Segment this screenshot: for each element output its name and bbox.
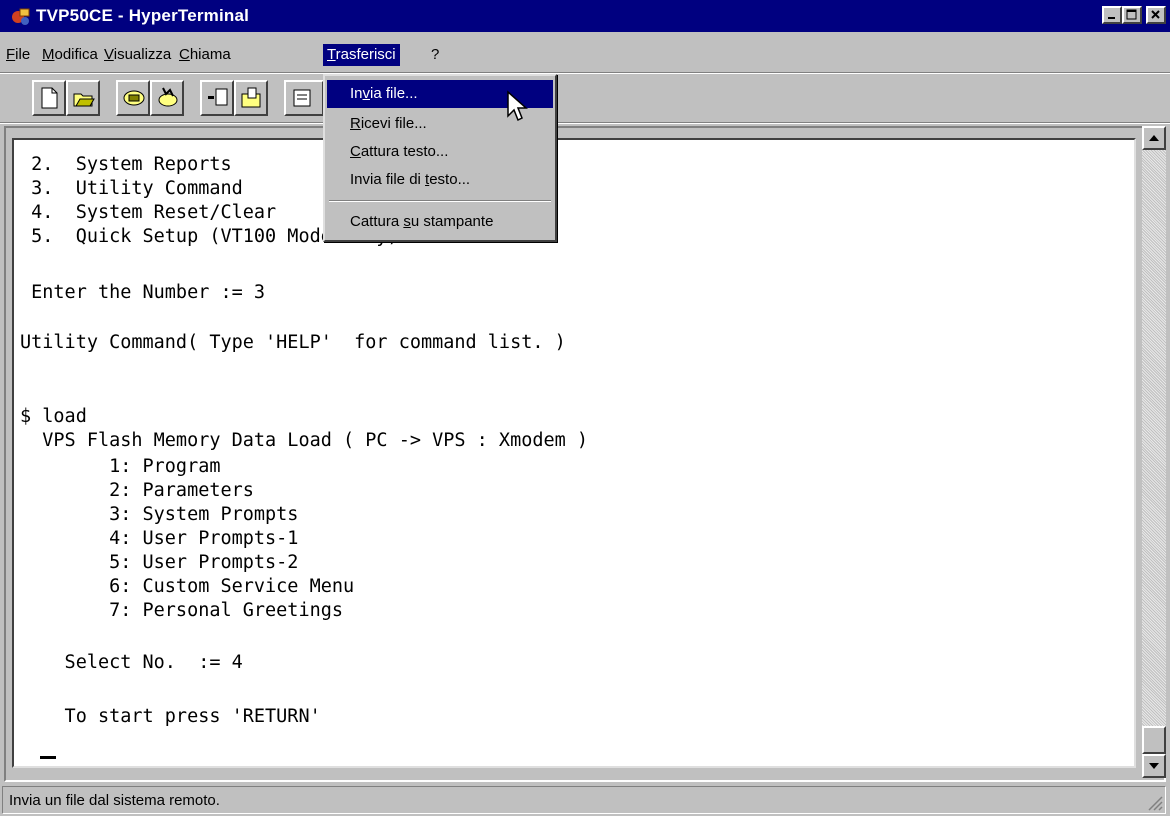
terminal-line: Enter the Number := 3 [20, 282, 266, 303]
menu-chiama[interactable]: Chiama [175, 44, 235, 66]
terminal-line: To start press 'RETURN' [20, 706, 321, 727]
terminal-line: 3: System Prompts [20, 504, 299, 525]
terminal-line: 6: Custom Service Menu [20, 576, 355, 597]
menu-separator-light [329, 201, 551, 202]
scroll-up-button[interactable] [1142, 126, 1166, 150]
toolbar-bottom-divider-light [0, 123, 1170, 124]
terminal-line: Select No. := 4 [20, 652, 243, 673]
disconnect-button[interactable] [150, 80, 184, 116]
terminal-line: 5: User Prompts-2 [20, 552, 299, 573]
menu-modifica[interactable]: Modifica [38, 44, 102, 66]
toolbar-divider-light [0, 73, 1170, 74]
new-icon [41, 87, 58, 109]
scroll-thumb[interactable] [1142, 726, 1166, 754]
send-button[interactable] [200, 80, 234, 116]
scroll-down-button[interactable] [1142, 754, 1166, 778]
hyperterminal-window: TVP50CE - HyperTerminal File Modifica Vi… [0, 0, 1170, 816]
window-title: TVP50CE - HyperTerminal [36, 6, 250, 25]
menu-visualizza[interactable]: Visualizza [100, 44, 175, 66]
menu-help[interactable]: ? [427, 44, 443, 66]
terminal-line: 2. System Reports [20, 154, 232, 175]
resize-grip-icon[interactable] [1145, 793, 1163, 811]
terminal-line: 4: User Prompts-1 [20, 528, 299, 549]
scroll-down-arrow-icon [1149, 763, 1159, 769]
connect-button[interactable] [116, 80, 150, 116]
close-icon [1151, 10, 1160, 19]
properties-icon [293, 89, 311, 107]
terminal-line: Utility Command( Type 'HELP' for command… [20, 332, 566, 353]
phone-disconnect-icon [158, 87, 178, 107]
maximize-icon [1126, 9, 1137, 20]
terminal-line: 2: Parameters [20, 480, 254, 501]
scroll-up-arrow-icon [1149, 135, 1159, 141]
status-text: Invia un file dal sistema remoto. [9, 792, 220, 809]
send-icon [208, 88, 228, 106]
menu-file[interactable]: File [2, 44, 34, 66]
terminal-line: 1: Program [20, 456, 221, 477]
menu-item-cattura-stampante[interactable]: Cattura su stampante [327, 208, 553, 236]
receive-icon [241, 87, 261, 108]
close-button[interactable] [1146, 6, 1166, 24]
menu-item-invia-file-testo[interactable]: Invia file di testo... [327, 166, 553, 194]
open-button[interactable] [66, 80, 100, 116]
title-bar[interactable]: TVP50CE - HyperTerminal [0, 0, 1170, 32]
status-bar: Invia un file dal sistema remoto. [2, 786, 1166, 814]
phone-connect-icon [123, 90, 145, 106]
menu-trasferisci[interactable]: Trasferisci [323, 44, 400, 66]
vertical-scrollbar[interactable] [1142, 126, 1166, 778]
menu-item-cattura-testo[interactable]: Cattura testo... [327, 138, 553, 166]
new-connection-button[interactable] [32, 80, 66, 116]
terminal-line: $ load [20, 406, 87, 427]
terminal-line: 3. Utility Command [20, 178, 243, 199]
terminal-line: VPS Flash Memory Data Load ( PC -> VPS :… [20, 430, 589, 451]
receive-button[interactable] [234, 80, 268, 116]
properties-button[interactable] [284, 80, 324, 116]
terminal-line: 7: Personal Greetings [20, 600, 344, 621]
hyperterminal-app-icon[interactable] [10, 5, 32, 27]
maximize-button[interactable] [1122, 6, 1142, 24]
mouse-pointer-icon [507, 90, 528, 122]
open-icon [73, 93, 95, 107]
minimize-icon [1108, 17, 1115, 19]
terminal-screen[interactable]: 2. System Reports 3. Utility Command 4. … [12, 138, 1136, 768]
terminal-cursor [40, 756, 56, 759]
terminal-line: 4. System Reset/Clear [20, 202, 277, 223]
minimize-button[interactable] [1102, 6, 1122, 24]
